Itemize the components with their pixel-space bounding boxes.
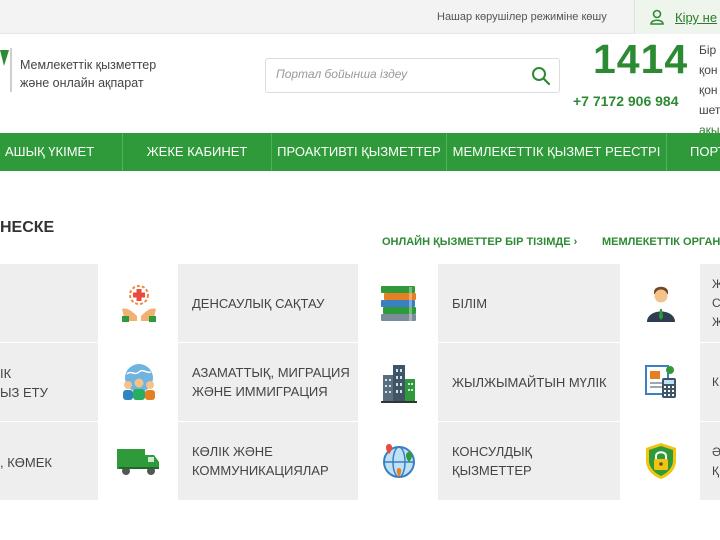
truck-icon — [117, 449, 159, 475]
category-label: , КӨМЕК — [0, 455, 52, 470]
online-services-link[interactable]: ОНЛАЙН ҚЫЗМЕТТЕР БІР ТІЗІМДЕ › — [382, 236, 577, 248]
businessman-icon — [647, 286, 675, 322]
category-real-estate[interactable]: ЖЫЛЖЫМАЙТЫН МҮЛІК — [360, 343, 620, 421]
books-icon — [381, 286, 416, 321]
logo-text[interactable]: Мемлекеттік қызметтер және онлайн ақпара… — [20, 56, 156, 92]
login-button[interactable]: Кіру не — [634, 0, 720, 34]
logo-line-2: және онлайн ақпарат — [20, 76, 144, 90]
category-education[interactable]: БІЛІМ — [360, 264, 620, 342]
category-label-clipped: Ә Қ — [712, 445, 720, 478]
category-business[interactable] — [622, 264, 720, 342]
phone-number[interactable]: +7 7172 906 984 — [573, 93, 679, 109]
category-security[interactable] — [622, 422, 720, 500]
category-transport[interactable]: КӨЛІК ЖӘНЕ КОММУНИКАЦИЯЛАР — [100, 422, 358, 500]
category-label-clipped: Ж С Ж — [712, 277, 720, 329]
hotline-info: Бір қон қон шет ақы — [699, 40, 720, 140]
category-tile[interactable]: ІК ЫЗ ЕТУ — [0, 343, 98, 421]
category-tile[interactable]: , КӨМЕК — [0, 422, 98, 500]
nav-service-registry[interactable]: МЕМЛЕКЕТТІК ҚЫЗМЕТ РЕЕСТРІ — [447, 133, 667, 171]
buildings-icon — [381, 365, 417, 403]
category-label: ЖЫЛЖЫМАЙТЫН МҮЛІК — [452, 374, 607, 390]
category-label: ІК ЫЗ ЕТУ — [0, 366, 48, 400]
logo-icon[interactable] — [0, 46, 12, 96]
category-label-clipped: К — [712, 375, 719, 389]
hotline-info-line: қон — [699, 83, 718, 97]
main-nav: АШЫҚ ҮКІМЕТ ЖЕКЕ КАБИНЕТ ПРОАКТИВТІ ҚЫЗМ… — [0, 133, 720, 171]
category-label: БІЛІМ — [452, 295, 488, 311]
category-documents[interactable] — [622, 343, 720, 421]
category-label: КОНСУЛДЫҚ ҚЫЗМЕТТЕР — [452, 444, 533, 478]
documents-calculator-icon — [645, 365, 676, 398]
search-icon[interactable] — [531, 66, 551, 86]
government-agencies-link[interactable]: МЕМЛЕКЕТТІК ОРГАН — [602, 236, 720, 248]
logo-line-1: Мемлекеттік қызметтер — [20, 58, 157, 72]
category-consular[interactable]: КОНСУЛДЫҚ ҚЫЗМЕТТЕР — [360, 422, 620, 500]
category-migration[interactable]: АЗАМАТТЫҚ, МИГРАЦИЯ ЖӘНЕ ИММИГРАЦИЯ — [100, 343, 358, 421]
hotline-info-line: қон — [699, 63, 718, 77]
hotline-number: 1414 — [593, 36, 689, 82]
category-label: АЗАМАТТЫҚ, МИГРАЦИЯ ЖӘНЕ ИММИГРАЦИЯ — [192, 365, 350, 399]
search-box[interactable] — [265, 58, 560, 93]
section-title: НЕСКЕ — [0, 219, 55, 236]
top-bar: Нашар көрушілер режиміне көшу Кіру не — [0, 0, 720, 34]
category-label: ДЕНСАУЛЫҚ САҚТАУ — [192, 295, 325, 311]
nav-open-government[interactable]: АШЫҚ ҮКІМЕТ — [0, 133, 123, 171]
nav-portal[interactable]: ПОРТ — [667, 133, 720, 171]
user-icon — [650, 9, 664, 25]
hotline-info-line: Бір — [699, 43, 717, 57]
category-tile[interactable] — [0, 264, 98, 342]
nav-personal-cabinet[interactable]: ЖЕКЕ КАБИНЕТ — [123, 133, 272, 171]
vision-impaired-mode-link[interactable]: Нашар көрушілер режиміне көшу — [437, 11, 607, 23]
migration-people-icon — [123, 364, 155, 400]
nav-proactive-services[interactable]: ПРОАКТИВТІ ҚЫЗМЕТТЕР — [272, 133, 447, 171]
globe-pins-icon — [383, 444, 415, 478]
category-label: КӨЛІК ЖӘНЕ КОММУНИКАЦИЯЛАР — [192, 444, 329, 478]
security-lock-icon — [646, 443, 676, 479]
search-input[interactable] — [276, 67, 516, 81]
health-care-icon — [122, 285, 156, 322]
hotline-info-line: шет — [699, 103, 720, 117]
category-healthcare[interactable]: ДЕНСАУЛЫҚ САҚТАУ — [100, 264, 358, 342]
login-label[interactable]: Кіру не — [675, 10, 717, 25]
